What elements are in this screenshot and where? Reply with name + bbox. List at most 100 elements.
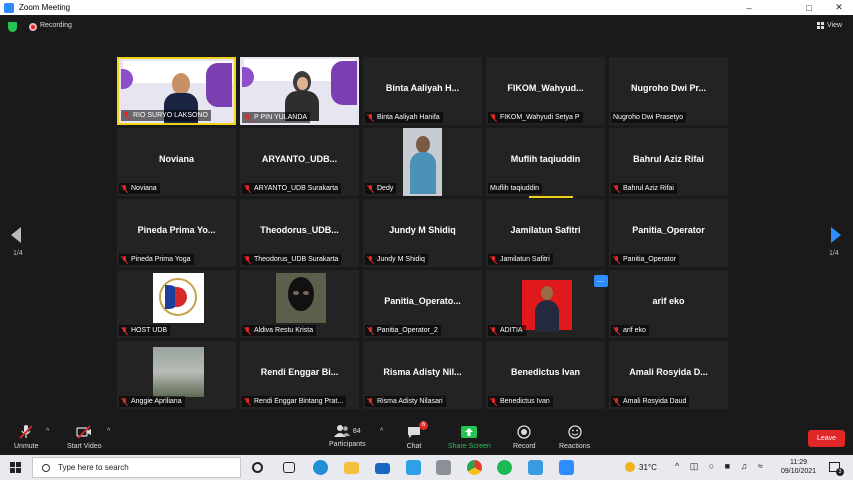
more-options-button[interactable]: ... — [594, 275, 608, 287]
previous-page-arrow-icon[interactable] — [11, 227, 21, 243]
participant-display-name: Theodorus_UDB... — [260, 225, 339, 235]
task-view-icon[interactable] — [283, 462, 295, 473]
view-label: View — [827, 22, 843, 29]
participant-grid: RIO SURYO LAKSONO P PIN YULANDA Binta Aa… — [117, 57, 728, 409]
participants-button[interactable]: 84 Participants — [329, 424, 366, 448]
participant-tile[interactable]: RIO SURYO LAKSONO — [117, 57, 236, 125]
weather-widget[interactable]: 31°C — [625, 462, 657, 472]
cortana-icon[interactable] — [252, 462, 263, 473]
participant-tile[interactable]: Pineda Prima Yo... Pineda Prima Yoga — [117, 199, 236, 267]
participant-name-label: Muflih taqiuddin — [488, 183, 543, 194]
leave-button[interactable]: Leave — [808, 430, 845, 447]
windows-start-icon[interactable] — [10, 462, 21, 473]
chat-button[interactable]: 6 Chat — [406, 421, 428, 450]
video-options-caret-icon[interactable]: ^ — [107, 428, 110, 435]
participant-tile[interactable]: Risma Adisty Nil... Risma Adisty Nilasar… — [363, 341, 482, 409]
page-indicator-right: 1/4 — [829, 250, 839, 257]
camera-icon[interactable] — [436, 460, 451, 475]
security-shield-icon[interactable] — [8, 22, 17, 32]
participant-tile[interactable]: Nugroho Dwi Pr... Nugroho Dwi Prasetyo — [609, 57, 728, 125]
mic-muted-icon — [613, 255, 620, 264]
mic-muted-icon — [613, 184, 620, 193]
participants-options-caret-icon[interactable]: ^ — [380, 428, 383, 435]
participant-tile[interactable]: Jamilatun Safitri Jamilatun Safitri — [486, 199, 605, 267]
participant-tile[interactable]: Noviana Noviana — [117, 128, 236, 196]
participant-tile[interactable]: Amali Rosyida D... Amali Rosyida Daud — [609, 341, 728, 409]
participant-display-name: Panitia_Operator — [632, 225, 705, 235]
unmute-button[interactable]: Unmute — [14, 424, 39, 450]
participant-tile[interactable]: Benedictus Ivan Benedictus Ivan — [486, 341, 605, 409]
share-screen-button[interactable]: Share Screen — [448, 424, 491, 450]
maximize-button[interactable]: □ — [795, 0, 823, 15]
participant-name-label: P PIN YULANDA — [242, 112, 311, 123]
participant-display-name: ARYANTO_UDB... — [261, 154, 338, 164]
participants-icon — [333, 425, 350, 437]
search-placeholder: Type here to search — [58, 463, 129, 472]
participant-name-label: Jamilatun Safitri — [488, 254, 553, 265]
profile-picture — [153, 347, 204, 397]
zoom-app-icon — [4, 2, 14, 13]
microphone-muted-icon — [19, 425, 33, 439]
file-explorer-icon[interactable] — [344, 462, 359, 474]
participant-tile[interactable]: Panitia_Operator Panitia_Operator — [609, 199, 728, 267]
participant-tile[interactable]: ARYANTO_UDB... ARYANTO_UDB Surakarta — [240, 128, 359, 196]
zoom-taskbar-icon[interactable] — [559, 460, 574, 475]
participant-tile[interactable]: FIKOM_Wahyud... FIKOM_Wahyudi Setya P — [486, 57, 605, 125]
photos-icon[interactable] — [528, 460, 543, 475]
taskbar-search-input[interactable]: Type here to search — [32, 457, 241, 478]
participant-tile[interactable]: Theodorus_UDB... Theodorus_UDB Surakarta — [240, 199, 359, 267]
participant-tile[interactable]: Panitia_Operato... Panitia_Operator_2 — [363, 270, 482, 338]
spotify-icon[interactable] — [497, 460, 512, 475]
edge-browser-icon[interactable] — [313, 460, 328, 475]
temperature: 31°C — [639, 462, 657, 472]
start-video-button[interactable]: Start Video — [67, 424, 102, 450]
participant-tile[interactable]: P PIN YULANDA — [240, 57, 359, 125]
reactions-button[interactable]: Reactions — [559, 424, 590, 450]
participant-tile[interactable]: Jundy M Shidiq Jundy M Shidiq — [363, 199, 482, 267]
mic-muted-icon — [121, 184, 128, 193]
participant-name-label: Nugroho Dwi Prasetyo — [611, 112, 687, 123]
participants-count: 84 — [352, 427, 361, 435]
minimize-button[interactable]: – — [735, 0, 763, 15]
participant-tile[interactable]: Aldiva Restu Krista — [240, 270, 359, 338]
participant-tile[interactable]: Binta Aaliyah H... Binta Aaliyah Hanifa — [363, 57, 482, 125]
participant-tile[interactable]: arif eko arif eko — [609, 270, 728, 338]
mic-muted-icon — [244, 255, 251, 264]
participant-tile[interactable]: Bahrul Aziz Rifai Bahrul Aziz Rifai — [609, 128, 728, 196]
participant-tile[interactable]: HOST UDB — [117, 270, 236, 338]
close-button[interactable]: ✕ — [825, 0, 853, 15]
mail-icon[interactable] — [375, 463, 390, 474]
participant-tile[interactable]: Anggie Apriliana — [117, 341, 236, 409]
next-page-arrow-icon[interactable] — [831, 227, 841, 243]
audio-options-caret-icon[interactable]: ^ — [46, 428, 49, 435]
participant-tile[interactable]: ADITIA — [486, 270, 605, 338]
record-button[interactable]: Record — [513, 424, 536, 450]
grid-view-icon — [817, 22, 824, 29]
weather-icon — [625, 462, 635, 472]
participant-display-name: Nugroho Dwi Pr... — [630, 83, 706, 93]
reactions-smiley-icon — [567, 425, 582, 439]
mic-muted-icon — [490, 326, 497, 335]
participant-tile[interactable]: Rendi Enggar Bi... Rendi Enggar Bintang … — [240, 341, 359, 409]
participant-display-name: Muflih taqiuddin — [510, 154, 581, 164]
participant-name-label: RIO SURYO LAKSONO — [121, 110, 211, 121]
participant-tile[interactable]: Dedy — [363, 128, 482, 196]
title-bar: Zoom Meeting – □ ✕ — [0, 0, 853, 15]
participant-display-name: Risma Adisty Nil... — [383, 367, 462, 377]
participant-tile[interactable]: Muflih taqiuddin Muflih taqiuddin — [486, 128, 605, 196]
host-logo — [153, 273, 204, 323]
view-button[interactable]: View — [817, 22, 842, 29]
participant-display-name: Amali Rosyida D... — [629, 367, 708, 377]
store-icon[interactable] — [406, 460, 421, 475]
page-indicator-left: 1/4 — [13, 250, 23, 257]
mic-muted-icon — [367, 184, 374, 193]
chat-icon: 6 — [406, 421, 428, 440]
taskbar-clock[interactable]: 11:29 09/10/2021 — [781, 458, 816, 476]
system-tray-icons[interactable]: ^ ◫ ○ ■ ♫ ≈ — [675, 461, 767, 472]
participant-display-name: Noviana — [158, 154, 194, 164]
participant-display-name: FIKOM_Wahyud... — [507, 83, 584, 93]
mic-muted-icon — [613, 326, 620, 335]
chrome-icon[interactable] — [467, 460, 482, 475]
participant-name-label: Benedictus Ivan — [488, 396, 553, 407]
mic-muted-icon — [490, 397, 497, 406]
